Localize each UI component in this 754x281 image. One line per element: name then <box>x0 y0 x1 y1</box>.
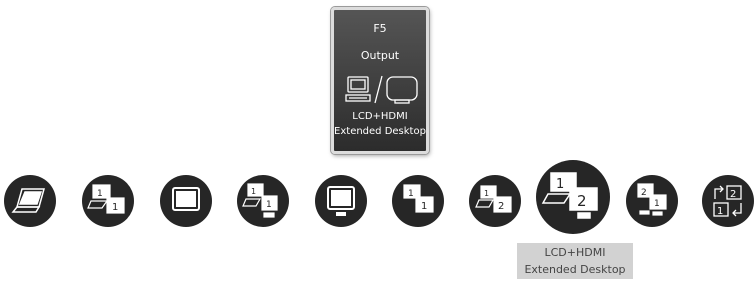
laptop-icon <box>11 188 45 213</box>
svg-text:1: 1 <box>421 201 427 212</box>
svg-text:1: 1 <box>266 200 272 210</box>
mode-laptop-hdmi-button[interactable]: 1 1 <box>237 175 289 227</box>
svg-text:1: 1 <box>484 189 489 198</box>
svg-text:2: 2 <box>577 192 587 210</box>
mode-lcd-hdmi-extended-button[interactable]: 1 2 <box>536 160 610 234</box>
swap-displays-icon: 2 1 <box>713 185 742 217</box>
svg-text:2: 2 <box>498 201 504 212</box>
dual-monitor-2-1-hdmi-icon: 2 1 <box>637 183 667 216</box>
svg-text:2: 2 <box>641 188 647 198</box>
mode-dual-hdmi-button[interactable]: 2 1 <box>626 175 678 227</box>
mode-swap-displays-button[interactable]: 2 1 <box>702 175 754 227</box>
dual-monitor-1-1-icon: 1 1 <box>403 184 434 213</box>
display-mode-strip: 1 1 1 1 1 1 1 2 1 2 2 1 2 1 <box>0 0 754 281</box>
mode-external-only-button[interactable] <box>160 175 212 227</box>
laptop-and-monitor-extended-icon: 1 2 <box>475 185 512 213</box>
mode-laptop-extended-button[interactable]: 1 2 <box>469 175 521 227</box>
mode-laptop-monitor-button[interactable]: 1 1 <box>82 175 134 227</box>
mode-dual-clone-button[interactable]: 1 1 <box>392 175 444 227</box>
laptop-and-hdmi-1-icon: 1 1 <box>242 183 278 218</box>
svg-text:2: 2 <box>730 189 736 200</box>
laptop-and-monitor-1-icon: 1 1 <box>87 184 125 214</box>
external-monitor-icon <box>172 187 200 211</box>
svg-text:1: 1 <box>97 189 103 199</box>
svg-text:1: 1 <box>556 177 564 192</box>
selected-mode-line2: Extended Desktop <box>524 263 626 276</box>
mode-hdmi-only-button[interactable] <box>315 175 367 227</box>
lcd-hdmi-extended-icon: 1 2 <box>541 172 598 219</box>
svg-text:1: 1 <box>251 187 256 196</box>
svg-text:1: 1 <box>717 206 723 217</box>
svg-text:1: 1 <box>112 202 118 213</box>
svg-text:1: 1 <box>654 199 660 209</box>
hdmi-monitor-icon <box>327 186 355 216</box>
svg-text:1: 1 <box>408 189 414 199</box>
mode-lcd-only-button[interactable] <box>4 175 56 227</box>
selected-mode-caption: LCD+HDMI Extended Desktop <box>517 243 633 279</box>
selected-mode-line1: LCD+HDMI <box>544 246 606 259</box>
